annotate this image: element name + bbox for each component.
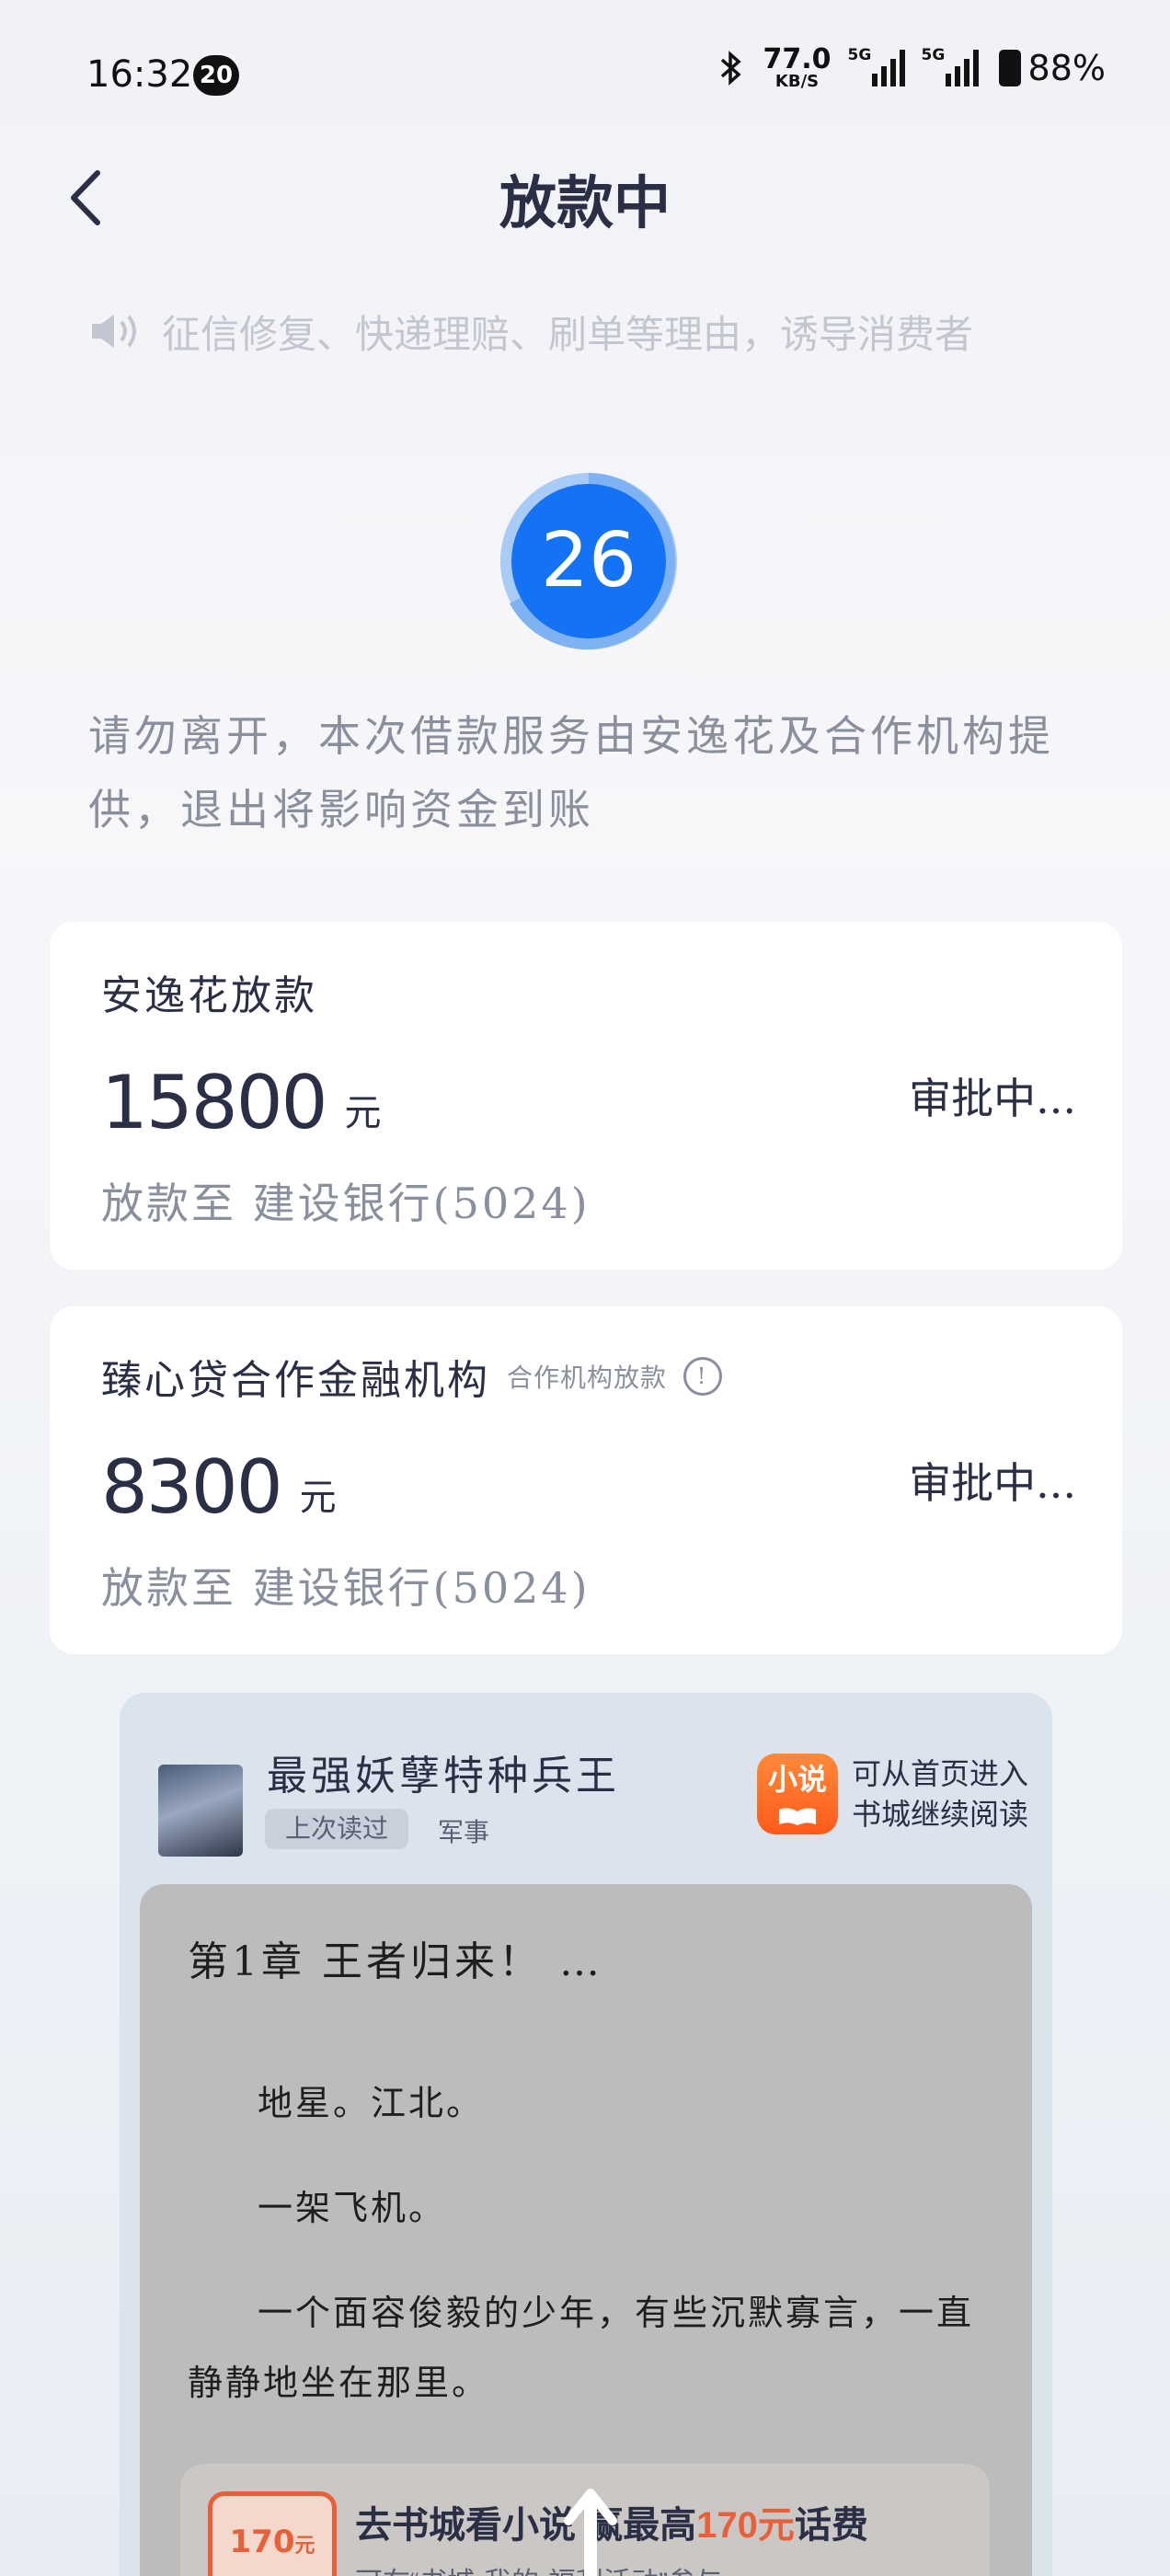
notification-count-badge: 20 (193, 55, 239, 96)
network-speed-value: 77.0 (763, 43, 832, 75)
loan-destination-bank: 放款至 建设银行(5024) (101, 1179, 591, 1228)
promo-title-prefix: 去书城看小说 赢最高 (355, 2505, 697, 2546)
loan-status: 审批中... (909, 1074, 1076, 1123)
info-icon[interactable]: ! (683, 1357, 723, 1396)
signal-icon-1: 5G (848, 46, 905, 86)
promo-title-highlight: 170元 (696, 2505, 795, 2546)
coupon-value: 170 (229, 2524, 295, 2560)
network-speed-unit: KB/S (774, 72, 820, 91)
status-bar: 16:32 20 77.0 KB/S 5G 5G 88% (0, 0, 1170, 147)
promo-subtitle: 可在“书城-我的-福利活动”参与 (355, 2559, 723, 2576)
countdown-timer: 26 (497, 469, 681, 653)
app-hint: 可从首页进入 书城继续阅读 (852, 1754, 1028, 1834)
loan-amount-unit: 元 (344, 1092, 382, 1134)
battery-indicator: 88% (998, 48, 1106, 88)
signal-2-label: 5G (921, 46, 946, 64)
battery-level: 88% (1027, 48, 1106, 88)
coupon-unit: 元 (294, 2535, 315, 2558)
paragraph: 地星。江北。 (258, 2083, 485, 2123)
loan-amount: 8300 元 (101, 1444, 337, 1530)
novel-app-icon-label: 小说 (767, 1762, 827, 1797)
app-hint-line1: 可从首页进入 (852, 1757, 1029, 1790)
last-read-tag: 上次读过 (265, 1809, 409, 1849)
loan-amount-value: 8300 (101, 1444, 283, 1530)
loan-amount-unit: 元 (299, 1477, 337, 1519)
network-speed: 77.0 KB/S (763, 46, 832, 90)
battery-icon (998, 50, 1021, 86)
loan-amount: 15800 元 (101, 1060, 382, 1145)
fraud-warning-marquee: 征信修复、快递理赔、刷单等理由，诱导消费者 (88, 304, 1137, 359)
loan-amount-value: 15800 (101, 1060, 327, 1145)
signal-1-label: 5G (847, 46, 872, 64)
loan-status: 审批中... (909, 1458, 1076, 1508)
loan-card-title: 臻心贷合作金融机构 合作机构放款 ! (101, 1347, 723, 1406)
loan-lender-name: 臻心贷合作金融机构 (101, 1357, 490, 1404)
speaker-icon (92, 315, 136, 348)
promo-title-suffix: 话费 (794, 2505, 868, 2546)
signal-icon-2: 5G (922, 46, 979, 86)
chapter-title: 第1章 王者归来！ … (188, 1938, 603, 1985)
open-book-icon (779, 1808, 816, 1825)
status-time: 16:32 (86, 53, 193, 96)
book-title[interactable]: 最强妖孽特种兵王 (267, 1742, 620, 1801)
novel-ad-panel[interactable]: 最强妖孽特种兵王 上次读过 军事 小说 可从首页进入 书城继续阅读 第1章 王者… (120, 1693, 1052, 2576)
page-title: 放款中 (499, 169, 671, 236)
novel-app-icon[interactable]: 小说 (757, 1754, 838, 1834)
book-genre: 军事 (438, 1817, 490, 1847)
paragraph: 一个面容俊毅的少年，有些沉默寡言，一直静静地坐在那里。 (188, 2293, 975, 2403)
book-cover-image[interactable] (158, 1765, 243, 1857)
stay-notice: 请勿离开，本次借款服务由安逸花及合作机构提供，退出将影响资金到账 (88, 711, 1054, 834)
partner-disbursement-label: 合作机构放款 (507, 1363, 668, 1393)
loan-destination-bank: 放款至 建设银行(5024) (101, 1563, 591, 1613)
swipe-up-arrow-icon[interactable] (563, 2484, 618, 2576)
chapter-preview[interactable]: 第1章 王者归来！ … 地星。江北。 一架飞机。 一个面容俊毅的少年，有些沉默寡… (140, 1884, 1032, 2576)
loan-card-title: 安逸花放款 (101, 962, 317, 1021)
loan-card-anyihua: 安逸花放款 15800 元 审批中... 放款至 建设银行(5024) (50, 922, 1122, 1270)
loan-card-zhenxindai: 臻心贷合作金融机构 合作机构放款 ! 8300 元 审批中... 放款至 建设银… (50, 1306, 1122, 1654)
marquee-text: 征信修复、快递理赔、刷单等理由，诱导消费者 (162, 311, 974, 357)
loan-lender-name: 安逸花放款 (101, 972, 317, 1019)
status-icons: 77.0 KB/S 5G 5G 88% (719, 46, 1106, 90)
phone-credit-coupon: 170元 (208, 2491, 337, 2576)
paragraph: 一架飞机。 (258, 2188, 447, 2228)
app-hint-line2: 书城继续阅读 (852, 1798, 1029, 1831)
countdown-value: 26 (540, 517, 637, 604)
bluetooth-icon (720, 51, 741, 86)
